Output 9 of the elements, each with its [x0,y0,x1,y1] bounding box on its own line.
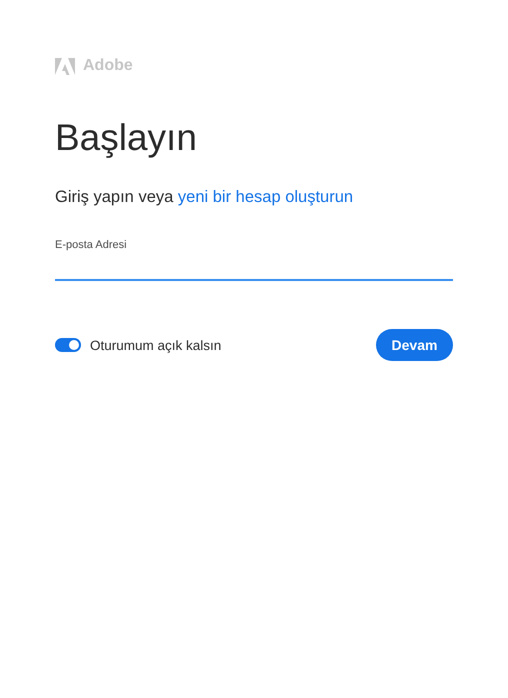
logo-icon [55,58,75,74]
remember-switch[interactable] [55,338,81,352]
remember-label: Oturumum açık kalsın [90,338,222,352]
continue-button[interactable]: Devam [376,329,453,361]
subtitle: Giriş yapın veya yeni bir hesap oluşturun [55,187,354,208]
brand-name: Adobe [83,57,133,75]
create-account-link[interactable]: yeni bir hesap oluşturun [178,188,354,206]
email-label: E-posta Adresi [55,238,128,252]
page-heading: Başlayın [55,116,198,160]
